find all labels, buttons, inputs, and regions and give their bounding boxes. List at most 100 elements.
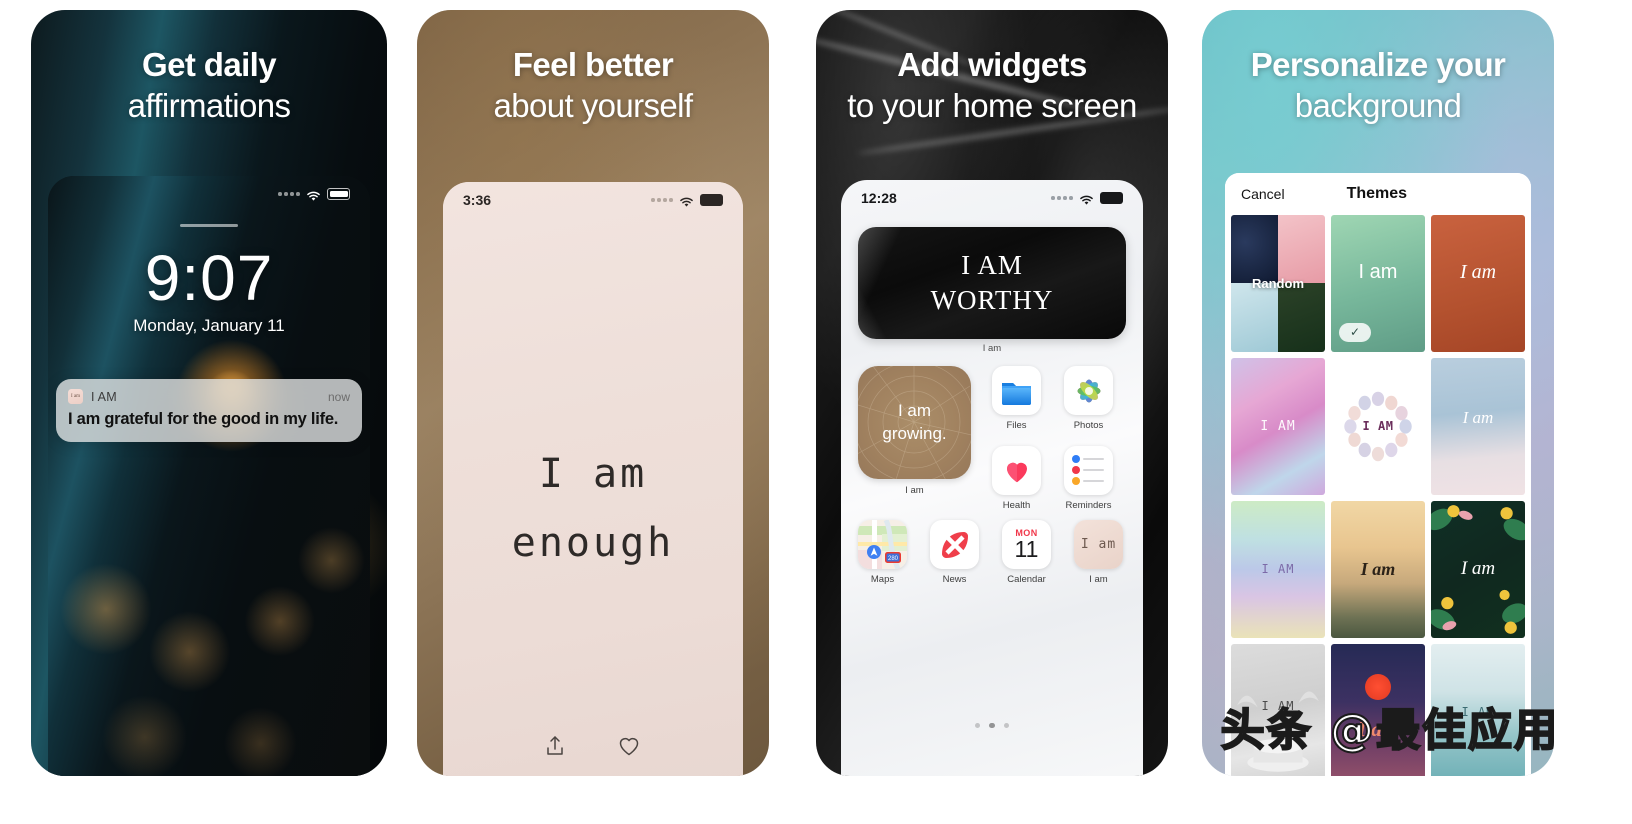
notification-card[interactable]: I am I AM now I am grateful for the good… [56, 379, 362, 442]
affirmation-line-2: enough [511, 519, 675, 566]
page-dot [974, 722, 981, 728]
cancel-button[interactable]: Cancel [1241, 186, 1285, 202]
notification-app-name: I AM [91, 389, 117, 404]
widget-text: I am growing. [858, 366, 971, 479]
share-icon[interactable] [543, 734, 569, 760]
widget-i-am-worthy[interactable]: I AM WORTHY [858, 227, 1126, 339]
affirmation-actions [443, 734, 743, 760]
theme-tile-terracotta[interactable]: I am [1431, 215, 1525, 352]
status-bar [48, 176, 370, 212]
theme-tile-i-am-green[interactable]: I am ✓ [1331, 215, 1425, 352]
widget-label: I am [982, 343, 1002, 354]
widget-line-1: I AM [961, 250, 1023, 281]
panel-daily-affirmations: Get daily affirmations 9:07 Monday, Janu… [31, 10, 387, 776]
headline-line-2: about yourself [493, 86, 694, 124]
app-news[interactable]: News [930, 520, 979, 585]
wifi-icon [679, 195, 694, 207]
app-label: Photos [1073, 420, 1104, 431]
affirmation-line-1: I am [538, 451, 648, 497]
widget-line-1: I am [897, 400, 932, 420]
app-files[interactable]: Files [992, 366, 1041, 431]
app-health[interactable]: Health [992, 446, 1041, 511]
app-label: Calendar [1007, 574, 1046, 585]
app-icon-text: I am [1080, 537, 1117, 552]
widget-label: I am [905, 485, 924, 496]
theme-tile-random[interactable]: Random [1231, 215, 1325, 352]
headline-line-1: Feel better [512, 46, 674, 83]
notification-header: I am I AM now [68, 389, 350, 404]
app-photos[interactable]: Photos [1064, 366, 1113, 431]
app-maps[interactable]: 280 Maps [858, 520, 907, 585]
status-bar-icons [651, 194, 723, 207]
widget-i-am-growing[interactable]: I am growing. [858, 366, 971, 479]
battery-icon [327, 188, 350, 200]
panel-add-widgets: Add widgets to your home screen 12:28 I … [816, 10, 1168, 776]
theme-label: I AM [1261, 562, 1295, 577]
check-icon: ✓ [1339, 322, 1371, 342]
homescreen-row-apps: 280 Maps News MON 11 Calendar I am I am [858, 520, 1123, 585]
theme-label: I am [1358, 260, 1398, 283]
app-icon: I am [68, 389, 83, 404]
panel-1-headline: Get daily affirmations [31, 10, 387, 128]
status-bar-icons [278, 188, 350, 201]
app-store-screenshot-gallery: Get daily affirmations 9:07 Monday, Janu… [0, 0, 1632, 824]
theme-tile-crystal-ring[interactable]: I AM [1331, 357, 1425, 495]
svg-text:280: 280 [888, 556, 899, 562]
themes-sheet: Cancel Themes Random I am ✓ I am I AM I … [1225, 173, 1531, 776]
page-dot-active [989, 722, 995, 728]
lockscreen-date: Monday, January 11 [133, 316, 285, 336]
status-bar-icons [1051, 192, 1123, 205]
phone-mockup-homescreen: 12:28 I AM WORTHY I am I am growing. I a… [841, 180, 1143, 776]
page-indicator[interactable] [841, 722, 1143, 728]
panel-personalize-background: Personalize your background Cancel Theme… [1202, 10, 1554, 776]
lockscreen-clock: 9:07 Monday, January 11 [48, 245, 370, 336]
page-dot [1003, 722, 1010, 728]
calendar-day-number: 11 [1014, 536, 1039, 562]
widget-line-2: growing. [882, 423, 947, 443]
panel-3-headline: Add widgets to your home screen [816, 10, 1168, 128]
phone-mockup-affirmation: 3:36 I am enough [443, 182, 743, 776]
app-i-am[interactable]: I am I am [1074, 520, 1123, 585]
status-bar: 12:28 [841, 180, 1143, 216]
theme-label: I am [1462, 408, 1494, 428]
status-bar-time: 12:28 [861, 190, 897, 206]
themes-grid: Random I am ✓ I am I AM I AM I am I AM I… [1225, 215, 1531, 776]
app-label: I am [1089, 574, 1108, 585]
battery-icon [700, 194, 723, 206]
headline-line-1: Get daily [142, 46, 277, 83]
widget-line-2: WORTHY [930, 285, 1054, 315]
theme-tile-golden-field[interactable]: I am [1331, 500, 1425, 638]
notification-timestamp: now [327, 389, 350, 404]
headline-line-2: background [1294, 86, 1462, 124]
theme-tile-tropical-dark[interactable]: I am [1431, 500, 1525, 638]
i-am-app-icon: I am [1074, 520, 1123, 569]
theme-label: I am [1460, 558, 1496, 580]
app-reminders[interactable]: Reminders [1064, 446, 1113, 511]
sheet-title: Themes [1346, 185, 1408, 202]
panel-2-headline: Feel better about yourself [417, 10, 769, 128]
app-calendar[interactable]: MON 11 Calendar [1002, 520, 1051, 585]
headline-line-2: affirmations [127, 86, 291, 124]
signal-dots-icon [651, 198, 673, 202]
news-icon [930, 520, 979, 569]
theme-label: I am [1360, 558, 1396, 579]
signal-dots-icon [1051, 196, 1073, 200]
wifi-icon [306, 189, 321, 201]
panel-4-headline: Personalize your background [1202, 10, 1554, 128]
signal-dots-icon [278, 192, 300, 196]
heart-icon[interactable] [617, 734, 643, 760]
widget-text: I AM WORTHY [931, 248, 1054, 317]
theme-tile-pastel-sky[interactable]: I AM [1231, 500, 1325, 638]
theme-label: I am [1459, 260, 1497, 283]
health-icon [992, 446, 1041, 495]
status-bar: 3:36 [443, 182, 743, 218]
theme-tile-blue-cloud[interactable]: I am [1431, 357, 1525, 495]
theme-label: Random [1252, 275, 1304, 291]
reminders-icon [1064, 446, 1113, 495]
theme-label: I AM [1362, 419, 1394, 434]
headline-line-1: Personalize your [1250, 46, 1506, 83]
battery-icon [1100, 192, 1123, 204]
theme-tile-pink-holographic[interactable]: I AM [1231, 357, 1325, 495]
theme-label: I AM [1260, 418, 1296, 434]
wifi-icon [1079, 193, 1094, 205]
